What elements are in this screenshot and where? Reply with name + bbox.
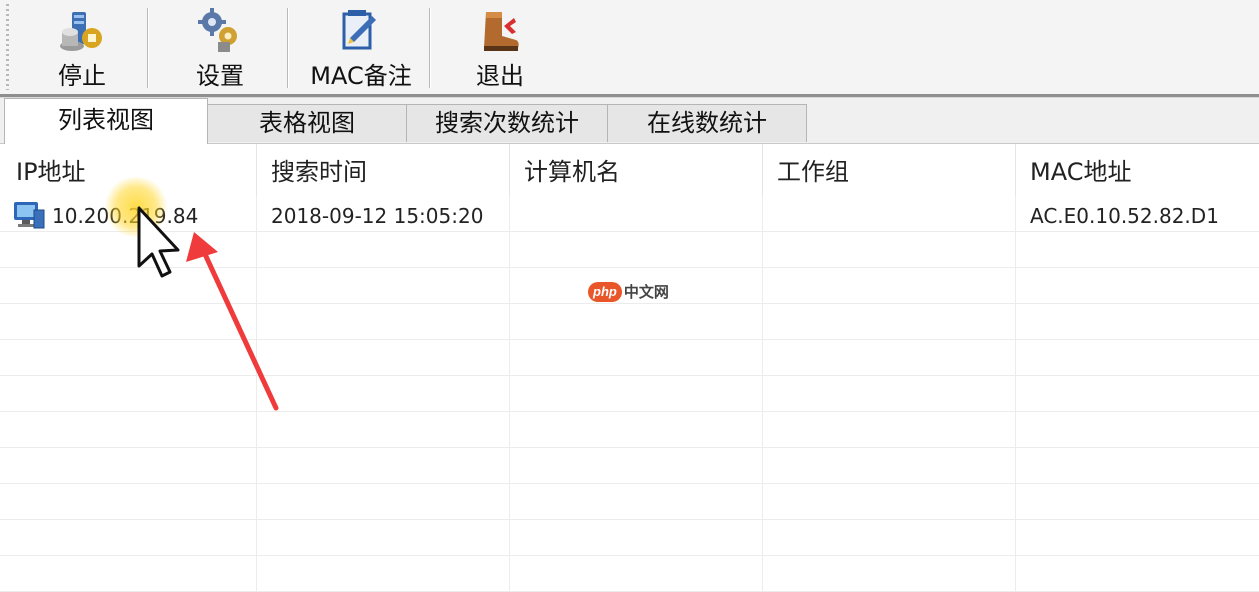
watermark: php 中文网 (588, 281, 669, 303)
mouse-cursor-icon (137, 206, 180, 278)
watermark-text: 中文网 (623, 284, 669, 301)
tab-label: 列表视图 (58, 106, 154, 134)
tab-list-view[interactable]: 列表视图 (4, 98, 208, 144)
watermark-badge: php (588, 281, 622, 302)
red-arrow-icon (186, 232, 279, 411)
